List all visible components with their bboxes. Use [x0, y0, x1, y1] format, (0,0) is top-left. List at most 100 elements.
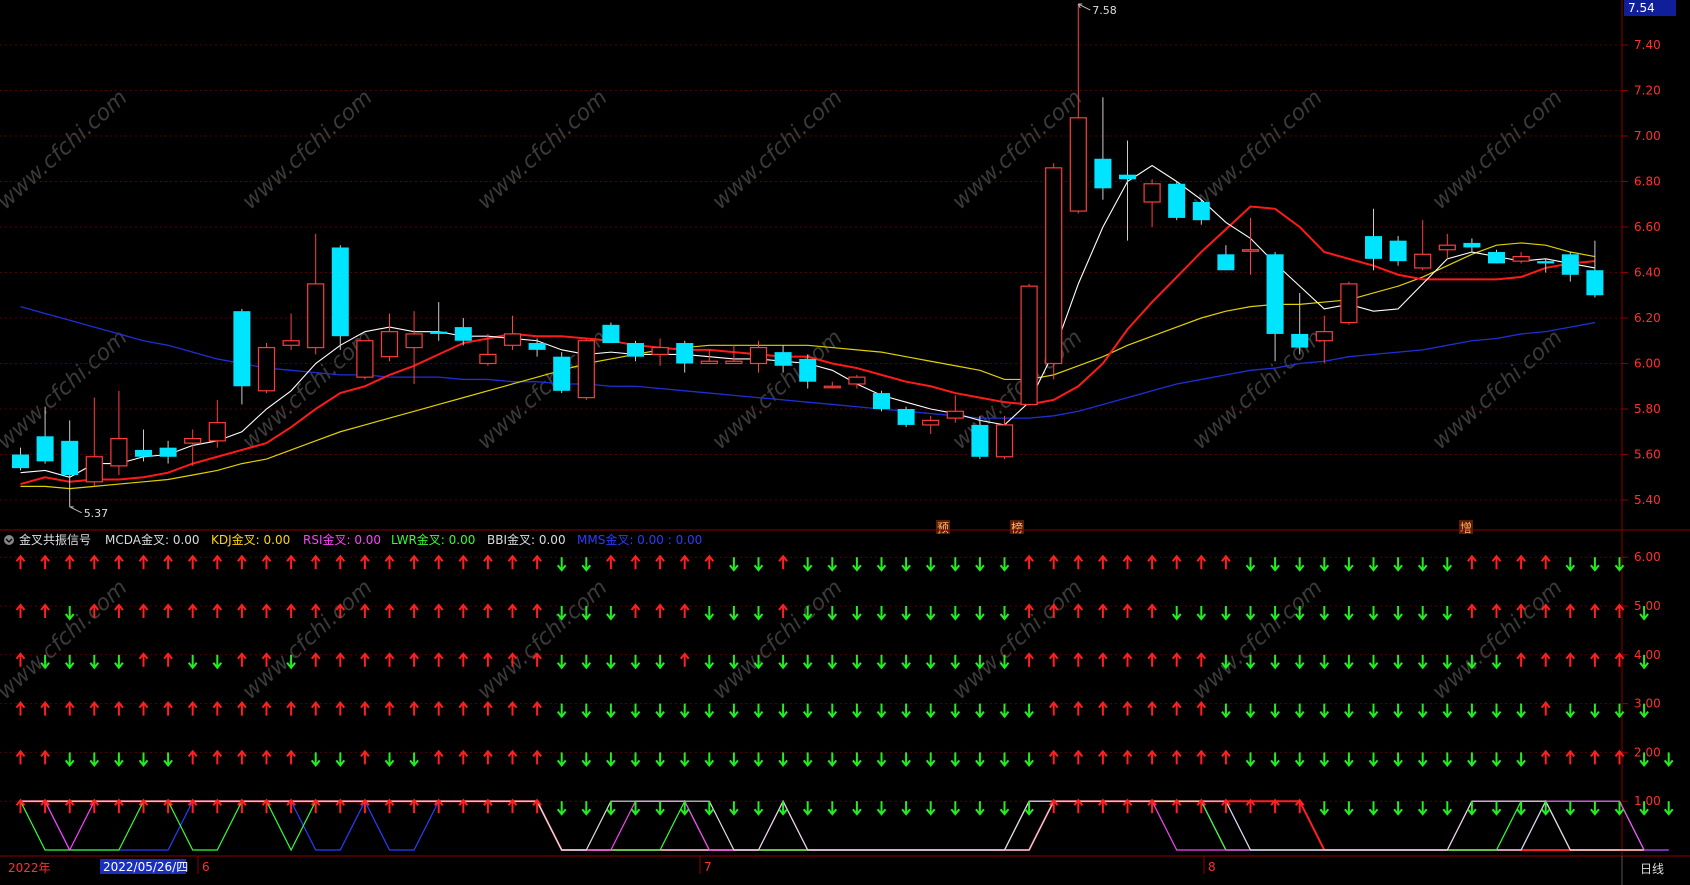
candle[interactable]: [1488, 249, 1505, 264]
signal-up-arrow-icon: [1048, 700, 1059, 716]
candle[interactable]: [873, 390, 890, 412]
event-markers[interactable]: 预 榜 增: [936, 520, 1473, 535]
watermark-text: www.cfchi.com: [473, 85, 613, 214]
signal-down-arrow-icon: [999, 606, 1010, 621]
candle[interactable]: [85, 397, 103, 487]
signal-up-arrow-icon: [286, 700, 296, 716]
signal-down-arrow-icon: [950, 801, 961, 816]
candle[interactable]: [823, 381, 841, 389]
signal-down-arrow-icon: [630, 654, 641, 670]
candle[interactable]: [1266, 252, 1284, 362]
candle[interactable]: [233, 308, 251, 405]
candle[interactable]: [1561, 252, 1579, 282]
signal-up-arrow-icon: [360, 700, 370, 716]
candle[interactable]: [380, 313, 399, 362]
event-marker-zeng[interactable]: 增: [1460, 521, 1472, 535]
signal-up-arrow-icon: [187, 603, 198, 618]
signal-down-arrow-icon: [925, 801, 936, 816]
signal-up-arrow-icon: [1171, 749, 1182, 765]
candle[interactable]: [1168, 181, 1186, 221]
candle[interactable]: [1414, 220, 1432, 271]
signal-up-arrow-icon: [1147, 749, 1157, 765]
candle[interactable]: [110, 390, 128, 475]
event-marker-bang[interactable]: 榜: [1011, 520, 1023, 535]
candle[interactable]: [1119, 140, 1136, 241]
candle[interactable]: [1020, 283, 1038, 406]
signal-up-arrow-icon: [1540, 652, 1551, 667]
candle[interactable]: [159, 440, 177, 464]
candle[interactable]: [553, 352, 571, 394]
event-marker-yu[interactable]: 预: [937, 521, 949, 535]
signal-up-arrow-icon: [507, 554, 518, 570]
candle[interactable]: [61, 420, 79, 507]
candle[interactable]: [1217, 245, 1235, 271]
candle[interactable]: [1241, 217, 1260, 275]
signal-down-arrow-icon: [950, 557, 961, 572]
signal-up-arrow-icon: [483, 603, 493, 618]
candle[interactable]: [1365, 208, 1382, 271]
candle[interactable]: [257, 343, 276, 394]
candle[interactable]: [528, 338, 546, 357]
candle[interactable]: [1094, 97, 1112, 200]
signal-up-arrow-icon: [335, 554, 346, 570]
candle[interactable]: [1045, 163, 1063, 380]
stock-chart[interactable]: www.cfchi.com www.cfchi.com www.cfchi.com w…: [0, 0, 1690, 885]
candle[interactable]: [331, 245, 349, 350]
candle[interactable]: [307, 233, 325, 355]
candle-body-up: [282, 340, 300, 346]
signal-up-arrow-icon: [1245, 798, 1256, 814]
candle[interactable]: [282, 313, 300, 350]
signal-up-arrow-icon: [212, 749, 223, 765]
indicator-collapse-icon[interactable]: [4, 535, 14, 545]
signal-up-arrow-icon: [212, 700, 223, 716]
candle[interactable]: [12, 447, 29, 471]
candle[interactable]: [1389, 236, 1407, 266]
candle[interactable]: [627, 340, 644, 362]
candle[interactable]: [356, 340, 374, 380]
candle[interactable]: [897, 406, 915, 428]
signal-down-arrow-icon: [925, 606, 936, 621]
candle-body-up: [1241, 249, 1260, 252]
candle[interactable]: [676, 340, 694, 373]
candle[interactable]: [577, 338, 595, 400]
candle[interactable]: [208, 399, 226, 448]
candle[interactable]: [1143, 179, 1161, 227]
candle[interactable]: [1192, 199, 1210, 225]
candle-body-up: [110, 437, 128, 467]
signal-up-arrow-icon: [384, 700, 395, 716]
golden-cross-line: [20, 799, 1669, 851]
candle[interactable]: [602, 322, 620, 344]
candle[interactable]: [1463, 238, 1481, 253]
candle-body-up: [1143, 183, 1161, 203]
indicator-title[interactable]: 金叉共振信号: [19, 532, 91, 547]
candle[interactable]: [1340, 281, 1358, 325]
signal-up-arrow-icon: [483, 700, 493, 716]
signal-up-arrow-icon: [1122, 652, 1133, 667]
candle[interactable]: [1586, 240, 1604, 298]
signal-up-arrow-icon: [261, 749, 272, 765]
candle[interactable]: [1438, 233, 1456, 259]
signal-up-arrow-icon: [1516, 554, 1526, 570]
signal-down-arrow-icon: [778, 703, 788, 719]
candle[interactable]: [405, 311, 423, 384]
signal-up-arrow-icon: [1196, 749, 1207, 765]
candle[interactable]: [1291, 292, 1309, 355]
candle[interactable]: [725, 345, 743, 365]
candle[interactable]: [1512, 252, 1530, 264]
signal-down-arrow-icon: [1245, 606, 1256, 621]
candle[interactable]: [430, 302, 448, 341]
candle[interactable]: [1315, 315, 1333, 364]
candle[interactable]: [651, 338, 669, 366]
signal-up-arrow-icon: [138, 554, 149, 570]
candle[interactable]: [135, 429, 152, 462]
signal-up-arrow-icon: [679, 603, 690, 618]
price-axis-label: 7.20: [1634, 84, 1661, 98]
signal-up-arrow-icon: [409, 554, 419, 570]
candle[interactable]: [503, 315, 522, 350]
period-button[interactable]: 日线: [1640, 862, 1664, 876]
signal-down-arrow-icon: [187, 654, 198, 670]
candle[interactable]: [922, 415, 940, 435]
signal-up-arrow-icon: [655, 554, 665, 570]
signal-up-arrow-icon: [64, 554, 75, 570]
candle-body-down: [233, 311, 251, 387]
